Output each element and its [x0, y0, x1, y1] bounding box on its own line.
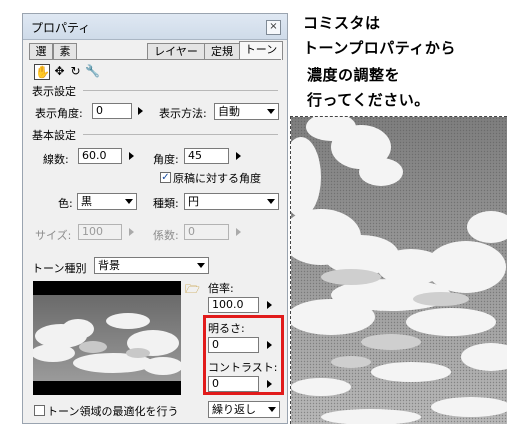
display-method-value: 自動	[218, 105, 240, 118]
size-arrow[interactable]	[129, 228, 134, 236]
tab-ruler[interactable]: 定規	[204, 43, 240, 60]
move-icon[interactable]: ✥	[52, 64, 67, 79]
kind-label: 種類:	[153, 197, 179, 210]
annotation-line-1: コミスタは	[303, 14, 381, 32]
size-input[interactable]: 100	[78, 224, 122, 240]
relative-angle-checkbox[interactable]: ✓	[160, 172, 171, 183]
basic-section-title: 基本設定	[32, 129, 76, 142]
chevron-down-icon	[268, 407, 276, 412]
scale-arrow[interactable]	[267, 301, 272, 309]
angle-input[interactable]: 45	[184, 148, 229, 164]
chevron-down-icon	[125, 199, 133, 204]
tab-label: 選	[35, 45, 47, 58]
scale-label: 倍率:	[208, 282, 234, 295]
relative-angle-label: 原稿に対する角度	[173, 172, 261, 185]
annotation-line-4: 行ってください。	[307, 91, 430, 109]
kind-select[interactable]: 円	[184, 193, 279, 210]
color-label: 色:	[58, 197, 73, 210]
tab-label: トーン	[244, 43, 278, 56]
color-select[interactable]: 黒	[77, 193, 137, 210]
coef-arrow[interactable]	[236, 228, 241, 236]
chevron-down-icon	[267, 109, 275, 114]
color-value: 黒	[81, 195, 92, 208]
tone-sample-image	[290, 116, 507, 424]
display-angle-input[interactable]: 0	[92, 103, 132, 119]
kind-value: 円	[188, 195, 199, 208]
size-label: サイズ:	[35, 229, 72, 242]
lines-input[interactable]: 60.0	[78, 148, 122, 164]
coef-input[interactable]: 0	[184, 224, 229, 240]
folder-icon[interactable]: 🗁	[185, 283, 200, 295]
chevron-down-icon	[267, 199, 275, 204]
tab-select[interactable]: 選	[29, 43, 53, 60]
panel-titlebar[interactable]: プロパティ ×	[23, 14, 287, 40]
coef-label: 係数:	[153, 229, 179, 242]
tab-label: レイヤー	[154, 45, 198, 58]
hand-icon[interactable]: ✋	[34, 64, 50, 80]
tone-kind-select[interactable]: 背景	[94, 257, 209, 274]
close-icon[interactable]: ×	[266, 20, 281, 35]
chevron-down-icon	[197, 263, 205, 268]
angle-label: 角度:	[153, 153, 179, 166]
display-method-label: 表示方法:	[159, 107, 207, 120]
optimize-label: トーン領域の最適化を行う	[47, 405, 179, 418]
annotation-line-3: 濃度の調整を	[307, 66, 401, 84]
angle-arrow[interactable]	[236, 152, 241, 160]
divider	[83, 134, 278, 135]
tab-label: 素	[59, 45, 71, 58]
divider	[83, 90, 278, 91]
tone-preview-image	[33, 295, 181, 381]
repeat-select[interactable]: 繰り返し	[208, 401, 280, 418]
display-section-title: 表示設定	[32, 85, 76, 98]
sky-clouds-image	[291, 117, 507, 424]
tab-divider	[29, 59, 281, 60]
wrench-icon[interactable]: 🔧	[85, 64, 100, 79]
tab-tone[interactable]: トーン	[239, 41, 283, 60]
tone-kind-label: トーン種別	[32, 262, 87, 275]
highlight-box	[203, 315, 284, 395]
display-angle-label: 表示角度:	[35, 107, 83, 120]
rotate-icon[interactable]: ↻	[68, 64, 83, 79]
optimize-checkbox[interactable]	[34, 405, 45, 416]
lines-label: 線数:	[43, 153, 69, 166]
tone-preview	[33, 281, 181, 395]
annotation-line-2: トーンプロパティから	[303, 39, 456, 57]
tab-label: 定規	[211, 45, 233, 58]
lines-arrow[interactable]	[129, 152, 134, 160]
panel-title: プロパティ	[31, 21, 91, 35]
tone-kind-value: 背景	[98, 259, 120, 272]
scale-input[interactable]: 100.0	[208, 297, 259, 313]
tab-material[interactable]: 素	[53, 43, 77, 60]
repeat-value: 繰り返し	[212, 403, 256, 416]
display-method-select[interactable]: 自動	[214, 103, 279, 120]
display-angle-arrow[interactable]	[138, 107, 143, 115]
tab-layer[interactable]: レイヤー	[147, 43, 205, 60]
